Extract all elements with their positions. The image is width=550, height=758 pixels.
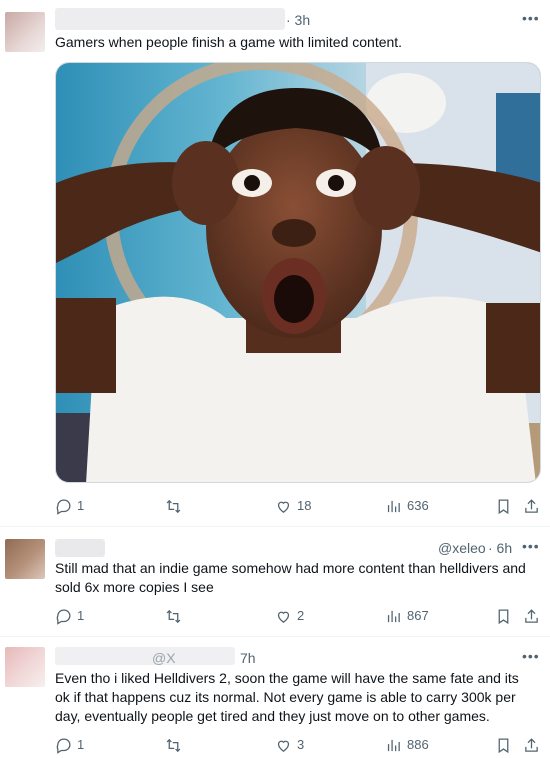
post-actions: 1 18 636 xyxy=(55,496,540,516)
author-avatar[interactable] xyxy=(5,647,45,687)
share-icon xyxy=(525,737,538,752)
reaction-image xyxy=(56,63,540,482)
bookmark-button[interactable] xyxy=(495,496,512,516)
like-icon xyxy=(277,501,290,513)
share-button[interactable] xyxy=(523,606,540,626)
author-name-redacted[interactable] xyxy=(55,539,105,557)
post-time: · 6h xyxy=(488,540,513,556)
views-count: 636 xyxy=(407,498,429,513)
bookmark-icon xyxy=(498,498,509,514)
reply-icon xyxy=(56,737,71,754)
author-handle: @X xyxy=(152,650,176,666)
author-avatar[interactable] xyxy=(5,12,45,52)
like-icon xyxy=(277,611,290,623)
author-name-redacted[interactable] xyxy=(55,8,285,30)
views-icon xyxy=(387,500,400,512)
like-count: 18 xyxy=(297,498,312,513)
post-actions: 1 3 886 xyxy=(55,735,540,755)
more-options-icon[interactable]: ••• xyxy=(522,648,540,664)
views-icon xyxy=(387,610,400,622)
bookmark-button[interactable] xyxy=(495,606,512,626)
views-button[interactable]: 867 xyxy=(385,606,429,626)
post-3[interactable]: @X 7h ••• Even tho i liked Helldivers 2,… xyxy=(0,637,550,758)
like-count: 3 xyxy=(297,737,305,752)
author-handle: @xeleo xyxy=(438,540,486,556)
repost-button[interactable] xyxy=(165,735,187,755)
bookmark-icon xyxy=(498,737,509,753)
share-button[interactable] xyxy=(523,735,540,755)
reply-icon xyxy=(56,498,71,515)
reply-icon xyxy=(56,608,71,625)
repost-icon xyxy=(166,738,181,752)
post-text: Gamers when people finish a game with li… xyxy=(55,34,403,50)
more-options-icon[interactable]: ••• xyxy=(522,538,540,554)
like-icon xyxy=(277,740,290,752)
share-icon xyxy=(525,608,538,623)
like-button[interactable]: 2 xyxy=(275,606,304,626)
like-count: 2 xyxy=(297,608,305,623)
bookmark-icon xyxy=(498,608,509,624)
repost-icon xyxy=(166,499,181,513)
bookmark-button[interactable] xyxy=(495,735,512,755)
post-time: 7h xyxy=(240,650,256,666)
like-button[interactable]: 3 xyxy=(275,735,304,755)
share-button[interactable] xyxy=(523,496,540,516)
reply-count: 1 xyxy=(77,737,85,752)
post-text: Still mad that an indie game somehow had… xyxy=(55,560,526,595)
post-text: Even tho i liked Helldivers 2, soon the … xyxy=(55,670,519,724)
like-button[interactable]: 18 xyxy=(275,496,311,516)
views-count: 867 xyxy=(407,608,429,623)
reply-button[interactable]: 1 xyxy=(55,496,84,516)
reply-count: 1 xyxy=(77,608,85,623)
reply-button[interactable]: 1 xyxy=(55,735,84,755)
post-image[interactable] xyxy=(55,62,541,483)
post-2[interactable]: @xeleo · 6h ••• Still mad that an indie … xyxy=(0,527,550,635)
views-button[interactable]: 636 xyxy=(385,496,429,516)
views-count: 886 xyxy=(407,737,429,752)
views-button[interactable]: 886 xyxy=(385,735,429,755)
share-icon xyxy=(525,498,538,513)
author-name-redacted[interactable] xyxy=(55,647,235,665)
reply-count: 1 xyxy=(77,498,85,513)
repost-button[interactable] xyxy=(165,606,187,626)
post-time: · 3h xyxy=(286,12,311,28)
author-avatar[interactable] xyxy=(5,539,45,579)
more-options-icon[interactable]: ••• xyxy=(522,10,540,26)
views-icon xyxy=(387,739,400,751)
repost-button[interactable] xyxy=(165,496,187,516)
post-1[interactable]: · 3h ••• Gamers when people finish a gam… xyxy=(0,0,550,525)
post-actions: 1 2 867 xyxy=(55,606,540,626)
reply-button[interactable]: 1 xyxy=(55,606,84,626)
repost-icon xyxy=(166,609,181,623)
